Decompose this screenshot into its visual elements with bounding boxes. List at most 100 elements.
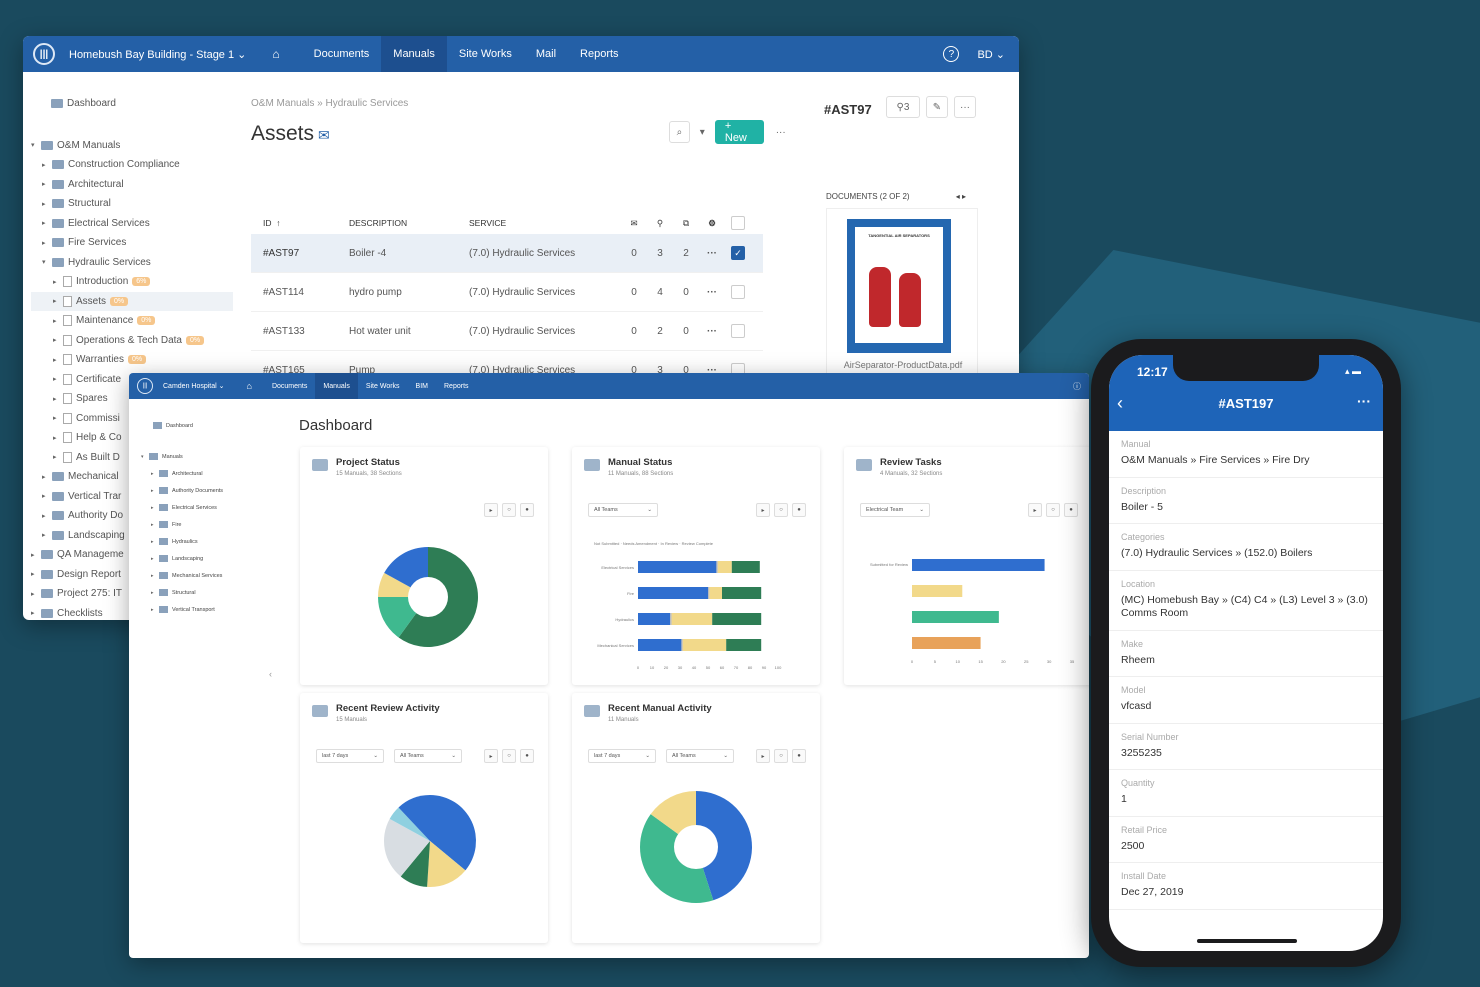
nav-site-works[interactable]: Site Works xyxy=(447,36,524,72)
team-filter[interactable]: Electrical Team ⌄ xyxy=(860,503,930,517)
col-id[interactable]: ID ↑ xyxy=(251,218,349,228)
refresh-icon[interactable]: ○ xyxy=(502,749,516,763)
tree-item[interactable]: ▸ Assets 0% xyxy=(31,291,233,311)
row-more-icon[interactable]: ··· xyxy=(699,248,725,259)
chart-type-icon[interactable]: ▸ xyxy=(484,503,498,517)
expand-arrow-icon[interactable]: ▸ xyxy=(53,395,63,403)
row-more-icon[interactable]: ··· xyxy=(699,326,725,337)
more-icon[interactable]: ··· xyxy=(1357,393,1371,409)
tree-item[interactable]: ▸ Structural xyxy=(31,194,233,214)
expand-arrow-icon[interactable]: ▸ xyxy=(53,297,63,305)
search-icon[interactable]: ⌕ xyxy=(669,121,690,143)
bar[interactable] xyxy=(731,561,760,573)
expand-arrow-icon[interactable]: ▸ xyxy=(53,453,63,461)
expand-arrow-icon[interactable]: ▸ xyxy=(151,556,159,562)
refresh-icon[interactable]: ○ xyxy=(502,503,516,517)
settings-col-icon[interactable]: ⚙ xyxy=(699,218,725,229)
expand-arrow-icon[interactable]: ▸ xyxy=(42,531,52,539)
settings-icon[interactable]: ● xyxy=(520,503,534,517)
nav-manuals[interactable]: Manuals xyxy=(315,373,358,399)
bar[interactable] xyxy=(671,613,713,625)
tree-item[interactable]: ▸ Warranties 0% xyxy=(31,350,233,370)
expand-arrow-icon[interactable]: ▸ xyxy=(151,505,159,511)
chart-type-icon[interactable]: ▸ xyxy=(756,749,770,763)
bar[interactable] xyxy=(717,561,732,573)
tree-item[interactable]: ▸ Mechanical Services xyxy=(141,567,261,584)
tree-item[interactable]: ▸ Introduction 6% xyxy=(31,272,233,292)
team-filter[interactable]: All Teams ⌄ xyxy=(666,749,734,763)
expand-arrow-icon[interactable]: ▸ xyxy=(31,609,41,617)
expand-arrow-icon[interactable]: ▸ xyxy=(151,488,159,494)
expand-arrow-icon[interactable]: ▸ xyxy=(151,607,159,613)
project-selector[interactable]: Camden Hospital ⌄ xyxy=(163,382,225,390)
bar[interactable] xyxy=(912,637,981,649)
user-menu[interactable]: BD ⌄ xyxy=(977,48,1005,61)
bar[interactable] xyxy=(912,559,1045,571)
expand-arrow-icon[interactable]: ▸ xyxy=(42,219,52,227)
date-range-filter[interactable]: last 7 days ⌄ xyxy=(316,749,384,763)
expand-arrow-icon[interactable]: ▸ xyxy=(151,573,159,579)
refresh-icon[interactable]: ○ xyxy=(774,749,788,763)
expand-arrow-icon[interactable]: ▸ xyxy=(53,317,63,325)
expand-arrow-icon[interactable]: ▸ xyxy=(42,473,52,481)
home-icon[interactable]: ⌂ xyxy=(247,381,252,391)
chart-type-icon[interactable]: ▸ xyxy=(484,749,498,763)
nav-mail[interactable]: Mail xyxy=(524,36,568,72)
settings-icon[interactable]: ● xyxy=(520,749,534,763)
expand-arrow-icon[interactable]: ▸ xyxy=(31,590,41,598)
select-all-checkbox[interactable] xyxy=(731,216,745,230)
expand-arrow-icon[interactable]: ▸ xyxy=(31,551,41,559)
team-filter[interactable]: All Teams ⌄ xyxy=(394,749,462,763)
expand-arrow-icon[interactable]: ▸ xyxy=(53,414,63,422)
col-service[interactable]: SERVICE xyxy=(469,218,621,228)
date-range-filter[interactable]: last 7 days ⌄ xyxy=(588,749,656,763)
expand-arrow-icon[interactable]: ▾ xyxy=(141,454,149,460)
row-checkbox[interactable]: ✓ xyxy=(731,246,745,260)
bar[interactable] xyxy=(912,611,999,623)
tree-item[interactable]: ▸ Fire xyxy=(141,516,261,533)
settings-icon[interactable]: ● xyxy=(792,749,806,763)
bar[interactable] xyxy=(708,587,710,599)
tree-item[interactable]: ▸ Maintenance 0% xyxy=(31,311,233,331)
bar[interactable] xyxy=(726,639,762,651)
bar[interactable] xyxy=(912,585,963,597)
expand-arrow-icon[interactable]: ▸ xyxy=(42,512,52,520)
expand-arrow-icon[interactable]: ▸ xyxy=(53,336,63,344)
tree-item[interactable]: ▸ Vertical Transport xyxy=(141,601,261,618)
expand-arrow-icon[interactable]: ▸ xyxy=(53,356,63,364)
bar[interactable] xyxy=(712,613,762,625)
expand-arrow-icon[interactable]: ▸ xyxy=(151,590,159,596)
row-checkbox[interactable] xyxy=(731,285,745,299)
col-description[interactable]: DESCRIPTION xyxy=(349,218,469,228)
mail-icon[interactable]: ✉ xyxy=(318,127,330,143)
nav-documents[interactable]: Documents xyxy=(264,373,315,399)
refresh-icon[interactable]: ○ xyxy=(774,503,788,517)
app-logo-icon[interactable]: ||| xyxy=(137,378,153,394)
tree-item[interactable]: ▸ Structural xyxy=(141,584,261,601)
nav-bim[interactable]: BIM xyxy=(408,373,436,399)
tree-item[interactable]: ▾ O&M Manuals xyxy=(31,136,233,156)
chart-type-icon[interactable]: ▸ xyxy=(1028,503,1042,517)
filter-dropdown-icon[interactable]: ▾ xyxy=(695,121,709,143)
expand-arrow-icon[interactable]: ▾ xyxy=(31,141,41,149)
help-icon[interactable]: ? xyxy=(943,46,960,62)
expand-arrow-icon[interactable]: ▸ xyxy=(42,180,52,188)
bar[interactable] xyxy=(638,613,671,625)
team-filter[interactable]: All Teams ⌄ xyxy=(588,503,658,517)
prev-next-icon[interactable]: ◂ ▸ xyxy=(956,192,966,201)
expand-arrow-icon[interactable]: ▾ xyxy=(42,258,52,266)
expand-arrow-icon[interactable]: ▸ xyxy=(42,239,52,247)
edit-icon[interactable]: ✎ xyxy=(926,96,948,118)
tree-item[interactable]: ▸ Electrical Services xyxy=(31,214,233,234)
tree-item[interactable]: ▸ Hydraulics xyxy=(141,533,261,550)
bar[interactable] xyxy=(638,587,708,599)
tree-item[interactable]: ▸ Architectural xyxy=(141,465,261,482)
nav-manuals[interactable]: Manuals xyxy=(381,36,447,72)
settings-icon[interactable]: ● xyxy=(792,503,806,517)
more-icon[interactable]: ··· xyxy=(954,96,976,118)
expand-arrow-icon[interactable]: ▸ xyxy=(151,522,159,528)
more-icon[interactable]: ··· xyxy=(770,121,791,143)
expand-arrow-icon[interactable]: ▸ xyxy=(53,375,63,383)
tree-item[interactable]: Dashboard xyxy=(141,417,261,434)
expand-arrow-icon[interactable]: ▸ xyxy=(53,278,63,286)
